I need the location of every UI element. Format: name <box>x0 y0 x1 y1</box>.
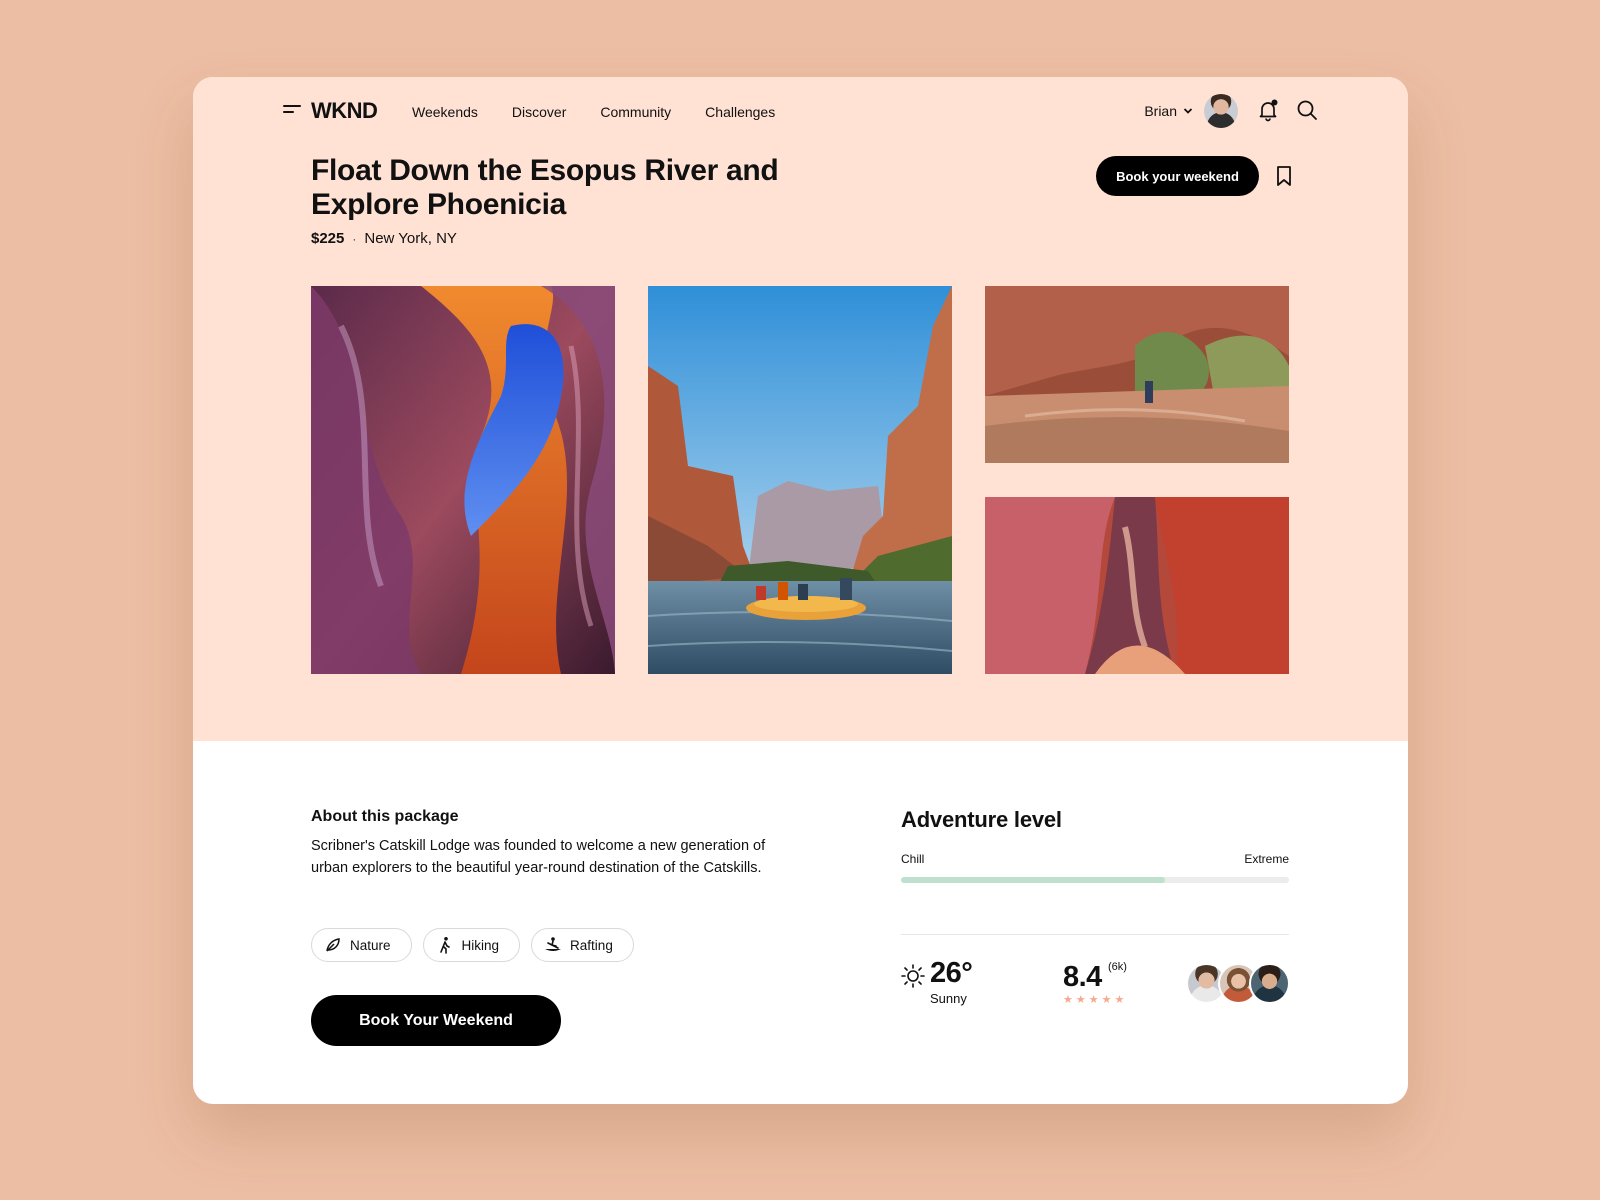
rafting-icon <box>545 937 562 951</box>
antelope-canyon-image <box>985 497 1289 674</box>
page-title: Float Down the Esopus River and Explore … <box>311 154 779 221</box>
tag-hiking[interactable]: Hiking <box>422 928 521 962</box>
weather-condition: Sunny <box>930 991 967 1006</box>
star-icon: ★ <box>1075 994 1086 1006</box>
listing-card: WKND Weekends Discover Community Challen… <box>193 77 1408 1104</box>
nav-link-challenges[interactable]: Challenges <box>705 104 775 120</box>
gallery-image-antelope-canyon[interactable] <box>985 497 1289 674</box>
star-icon: ★ <box>1101 994 1112 1006</box>
bookmark-icon[interactable] <box>1274 165 1294 187</box>
nav-link-community[interactable]: Community <box>600 104 671 120</box>
leaf-icon <box>326 938 340 952</box>
adventure-level-fill <box>901 877 1165 883</box>
gallery-image-river-rafting[interactable] <box>648 286 952 674</box>
star-icon: ★ <box>1063 994 1073 1006</box>
meta-separator: · <box>352 231 357 246</box>
temperature: 26° <box>930 957 973 989</box>
sun-icon <box>901 964 925 988</box>
gallery-image-slot-canyon[interactable] <box>311 286 615 674</box>
about-heading: About this package <box>311 808 459 825</box>
activity-tags: Nature Hiking Rafting <box>311 928 634 962</box>
rating-score: 8.4 <box>1063 961 1102 993</box>
adventure-level-bar <box>901 877 1289 883</box>
menu-icon[interactable] <box>283 103 301 117</box>
adventure-min-label: Chill <box>901 852 925 866</box>
listing-meta: $225 · New York, NY <box>311 230 457 247</box>
top-nav: WKND Weekends Discover Community Challen… <box>193 77 1408 147</box>
tag-label: Rafting <box>570 937 613 953</box>
about-description: Scribner's Catskill Lodge was founded to… <box>311 838 766 876</box>
hiker-icon <box>439 937 450 954</box>
canyon-arch-image <box>985 286 1289 463</box>
tag-rafting[interactable]: Rafting <box>531 928 634 962</box>
tag-label: Nature <box>350 937 391 953</box>
avatar <box>1249 963 1290 1004</box>
tag-nature[interactable]: Nature <box>311 928 412 962</box>
rating-stars: ★ ★ ★ ★ ★ <box>1063 995 1124 1006</box>
nav-link-weekends[interactable]: Weekends <box>412 104 478 120</box>
logo[interactable]: WKND <box>311 98 378 124</box>
hero-section: WKND Weekends Discover Community Challen… <box>193 77 1408 741</box>
adventure-heading: Adventure level <box>901 807 1062 832</box>
divider <box>901 934 1289 935</box>
star-icon: ★ <box>1114 994 1125 1006</box>
participant-avatars[interactable] <box>1186 963 1290 1005</box>
river-rafting-image <box>648 286 952 674</box>
slot-canyon-image <box>311 286 615 674</box>
chevron-down-icon <box>1183 108 1193 114</box>
bell-icon[interactable] <box>1256 98 1280 122</box>
nav-link-discover[interactable]: Discover <box>512 104 566 120</box>
user-menu[interactable]: Brian <box>1144 103 1193 119</box>
location: New York, NY <box>364 230 457 247</box>
book-weekend-button-bottom[interactable]: Book Your Weekend <box>311 995 561 1046</box>
rating-count: (6k) <box>1108 961 1127 973</box>
adventure-max-label: Extreme <box>1244 852 1289 866</box>
user-avatar[interactable] <box>1204 94 1238 128</box>
user-name: Brian <box>1144 103 1177 119</box>
price: $225 <box>311 230 345 247</box>
nav-links: Weekends Discover Community Challenges <box>412 104 775 120</box>
book-weekend-button-top[interactable]: Book your weekend <box>1096 156 1259 196</box>
search-icon[interactable] <box>1296 99 1318 121</box>
star-icon: ★ <box>1088 994 1099 1006</box>
tag-label: Hiking <box>461 937 500 953</box>
gallery-image-canyon-arch[interactable] <box>985 286 1289 463</box>
